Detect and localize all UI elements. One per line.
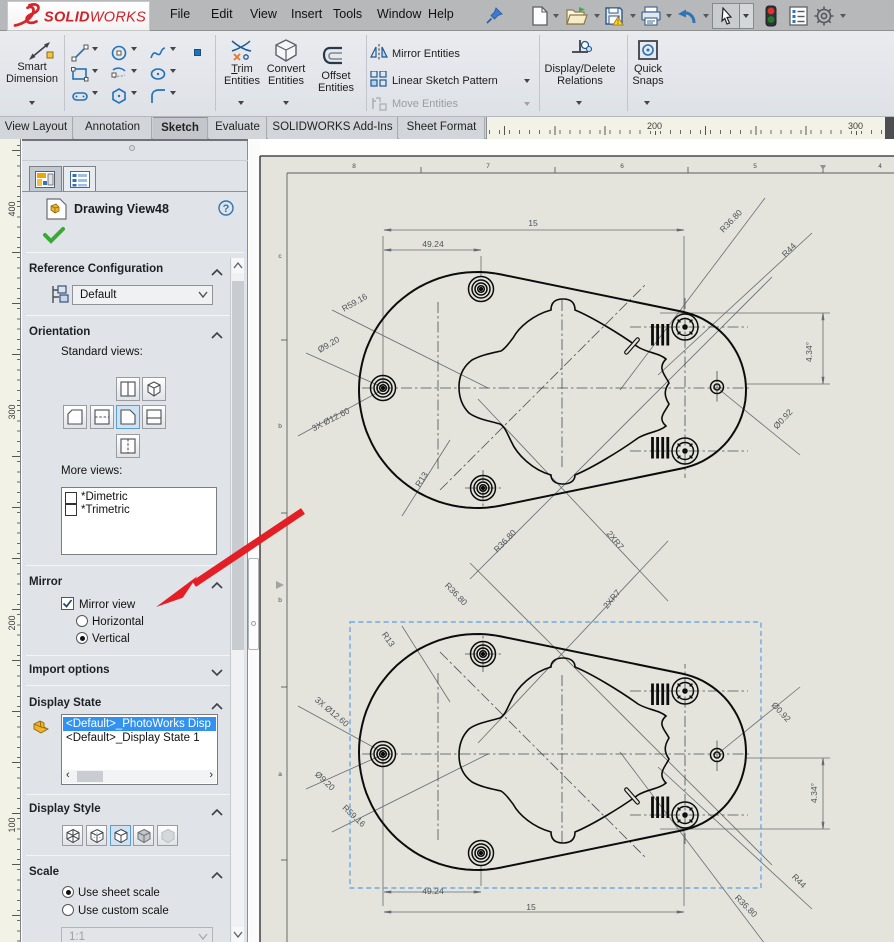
svg-text:!: ! bbox=[617, 20, 619, 26]
svg-text:?: ? bbox=[223, 203, 230, 215]
svg-text:SOLIDWORKS: SOLIDWORKS bbox=[44, 10, 146, 26]
